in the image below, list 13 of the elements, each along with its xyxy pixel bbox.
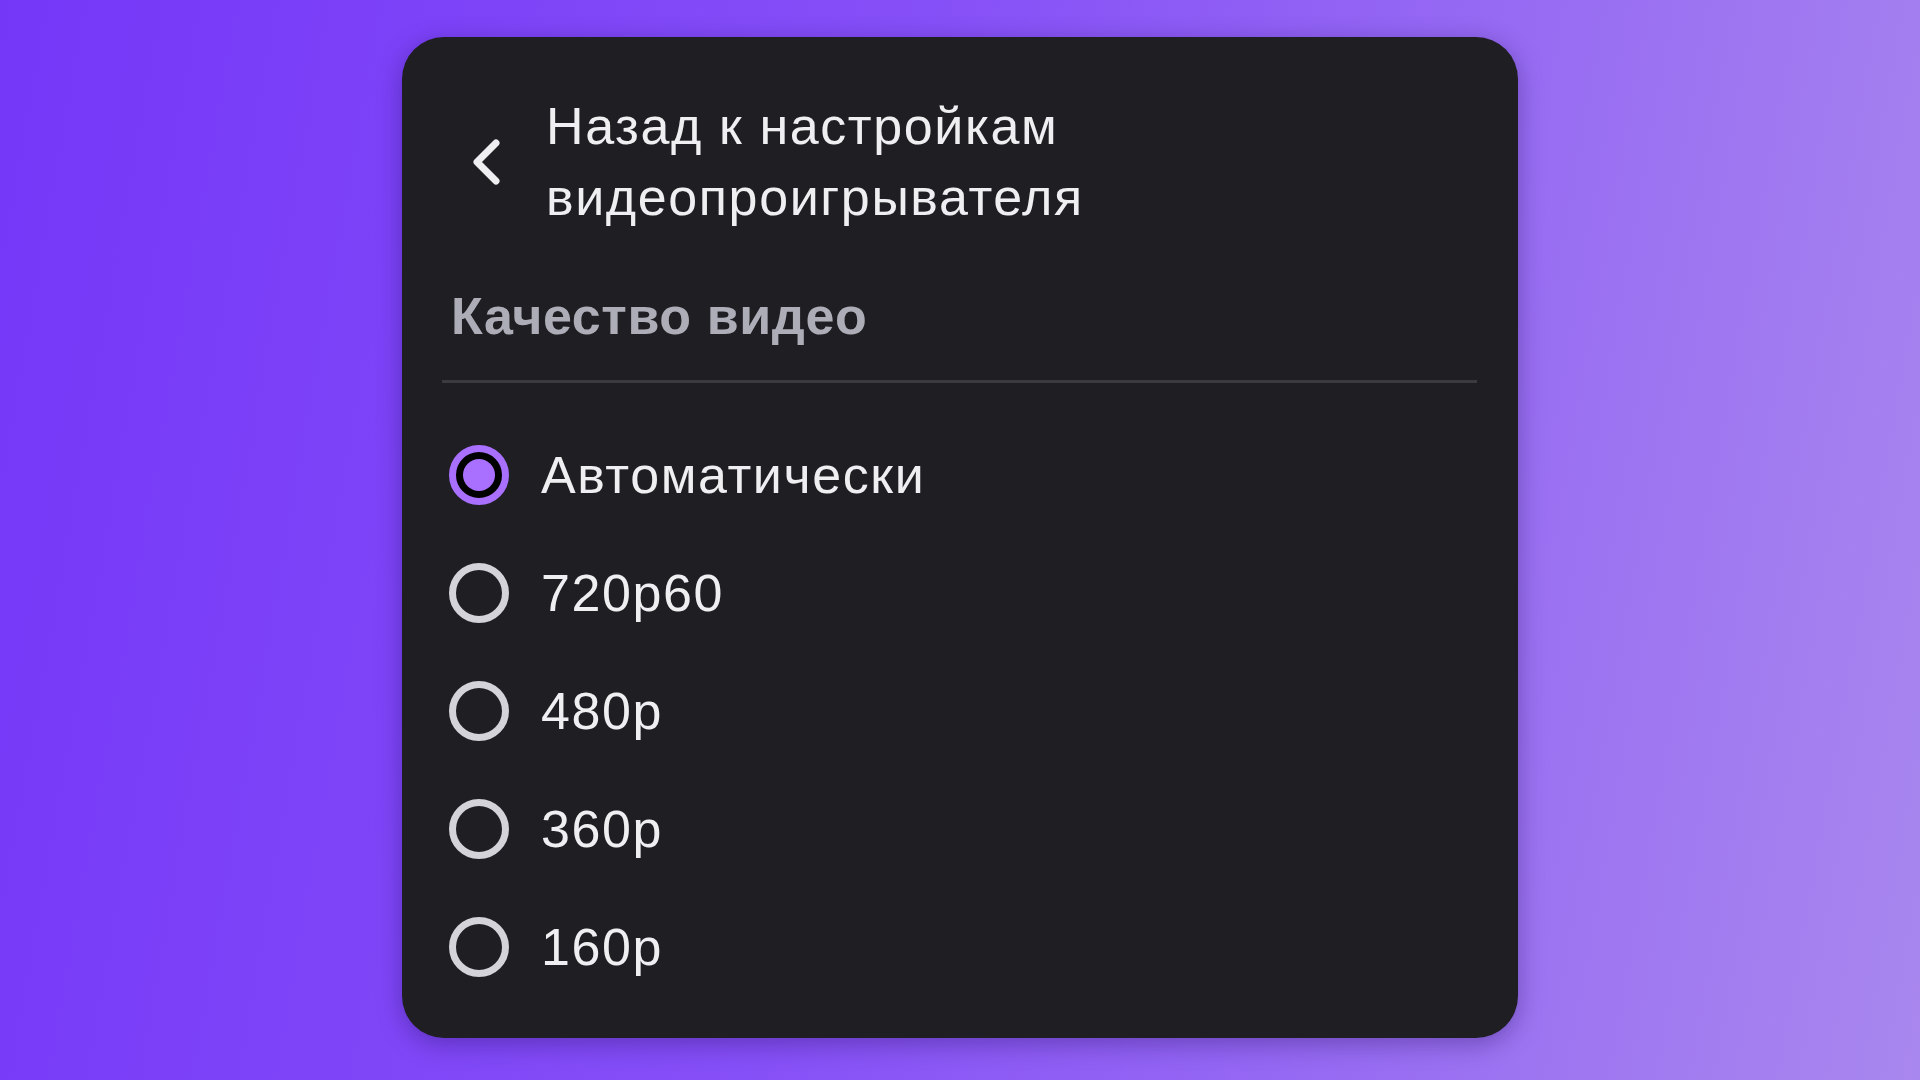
- quality-option[interactable]: Автоматически: [442, 416, 926, 534]
- quality-option[interactable]: 720p60: [442, 534, 725, 652]
- chevron-left-icon: [471, 139, 501, 185]
- back-button[interactable]: Назад к настройкам видеопроигрывателя: [442, 91, 1246, 233]
- quality-option[interactable]: 160p: [442, 888, 664, 1006]
- section-heading: Качество видео: [450, 286, 868, 347]
- radio-icon[interactable]: [449, 681, 509, 741]
- quality-option[interactable]: 360p: [442, 770, 664, 888]
- radio-icon[interactable]: [449, 563, 509, 623]
- radio-icon[interactable]: [449, 445, 509, 505]
- radio-icon[interactable]: [449, 917, 509, 977]
- quality-option[interactable]: 480p: [442, 652, 664, 770]
- radio-icon[interactable]: [449, 799, 509, 859]
